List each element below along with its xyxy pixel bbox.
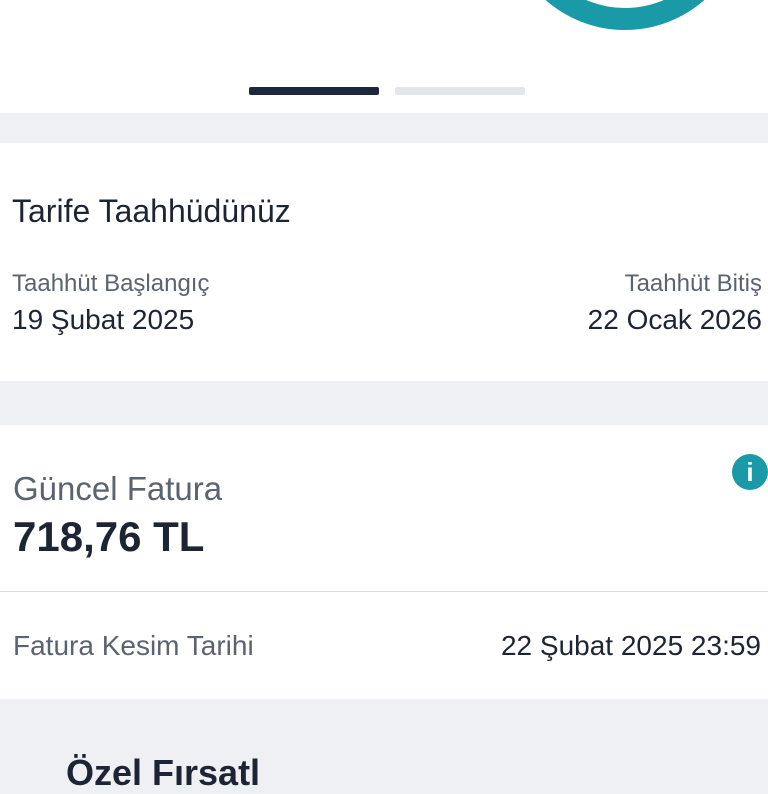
carousel-area[interactable] — [0, 0, 768, 113]
info-icon[interactable]: i — [732, 454, 768, 490]
commitment-end-label: Taahhüt Bitiş — [624, 270, 762, 297]
special-offers-heading: Özel Fırsatl — [66, 752, 261, 793]
commitment-end-value: 22 Ocak 2026 — [587, 304, 762, 335]
current-bill-amount: 718,76 TL — [13, 513, 205, 560]
pager-indicator-inactive[interactable] — [395, 87, 525, 95]
pager-indicator-active[interactable] — [249, 87, 379, 95]
bill-cutoff-label: Fatura Kesim Tarihi — [13, 630, 254, 661]
commitment-card: Tarife Taahhüdünüz Taahhüt Başlangıç 19 … — [0, 143, 768, 381]
commitment-start-label: Taahhüt Başlangıç — [12, 270, 210, 297]
current-bill-card[interactable]: Güncel Fatura 718,76 TL i Fatura Kesim T… — [0, 425, 768, 699]
gauge-ring-icon — [505, 0, 745, 30]
commitment-start-value: 19 Şubat 2025 — [12, 304, 195, 335]
commitment-title: Tarife Taahhüdünüz — [12, 193, 291, 229]
bill-cutoff-value: 22 Şubat 2025 23:59 — [500, 630, 761, 661]
current-bill-title: Güncel Fatura — [13, 470, 223, 507]
divider — [0, 591, 768, 592]
